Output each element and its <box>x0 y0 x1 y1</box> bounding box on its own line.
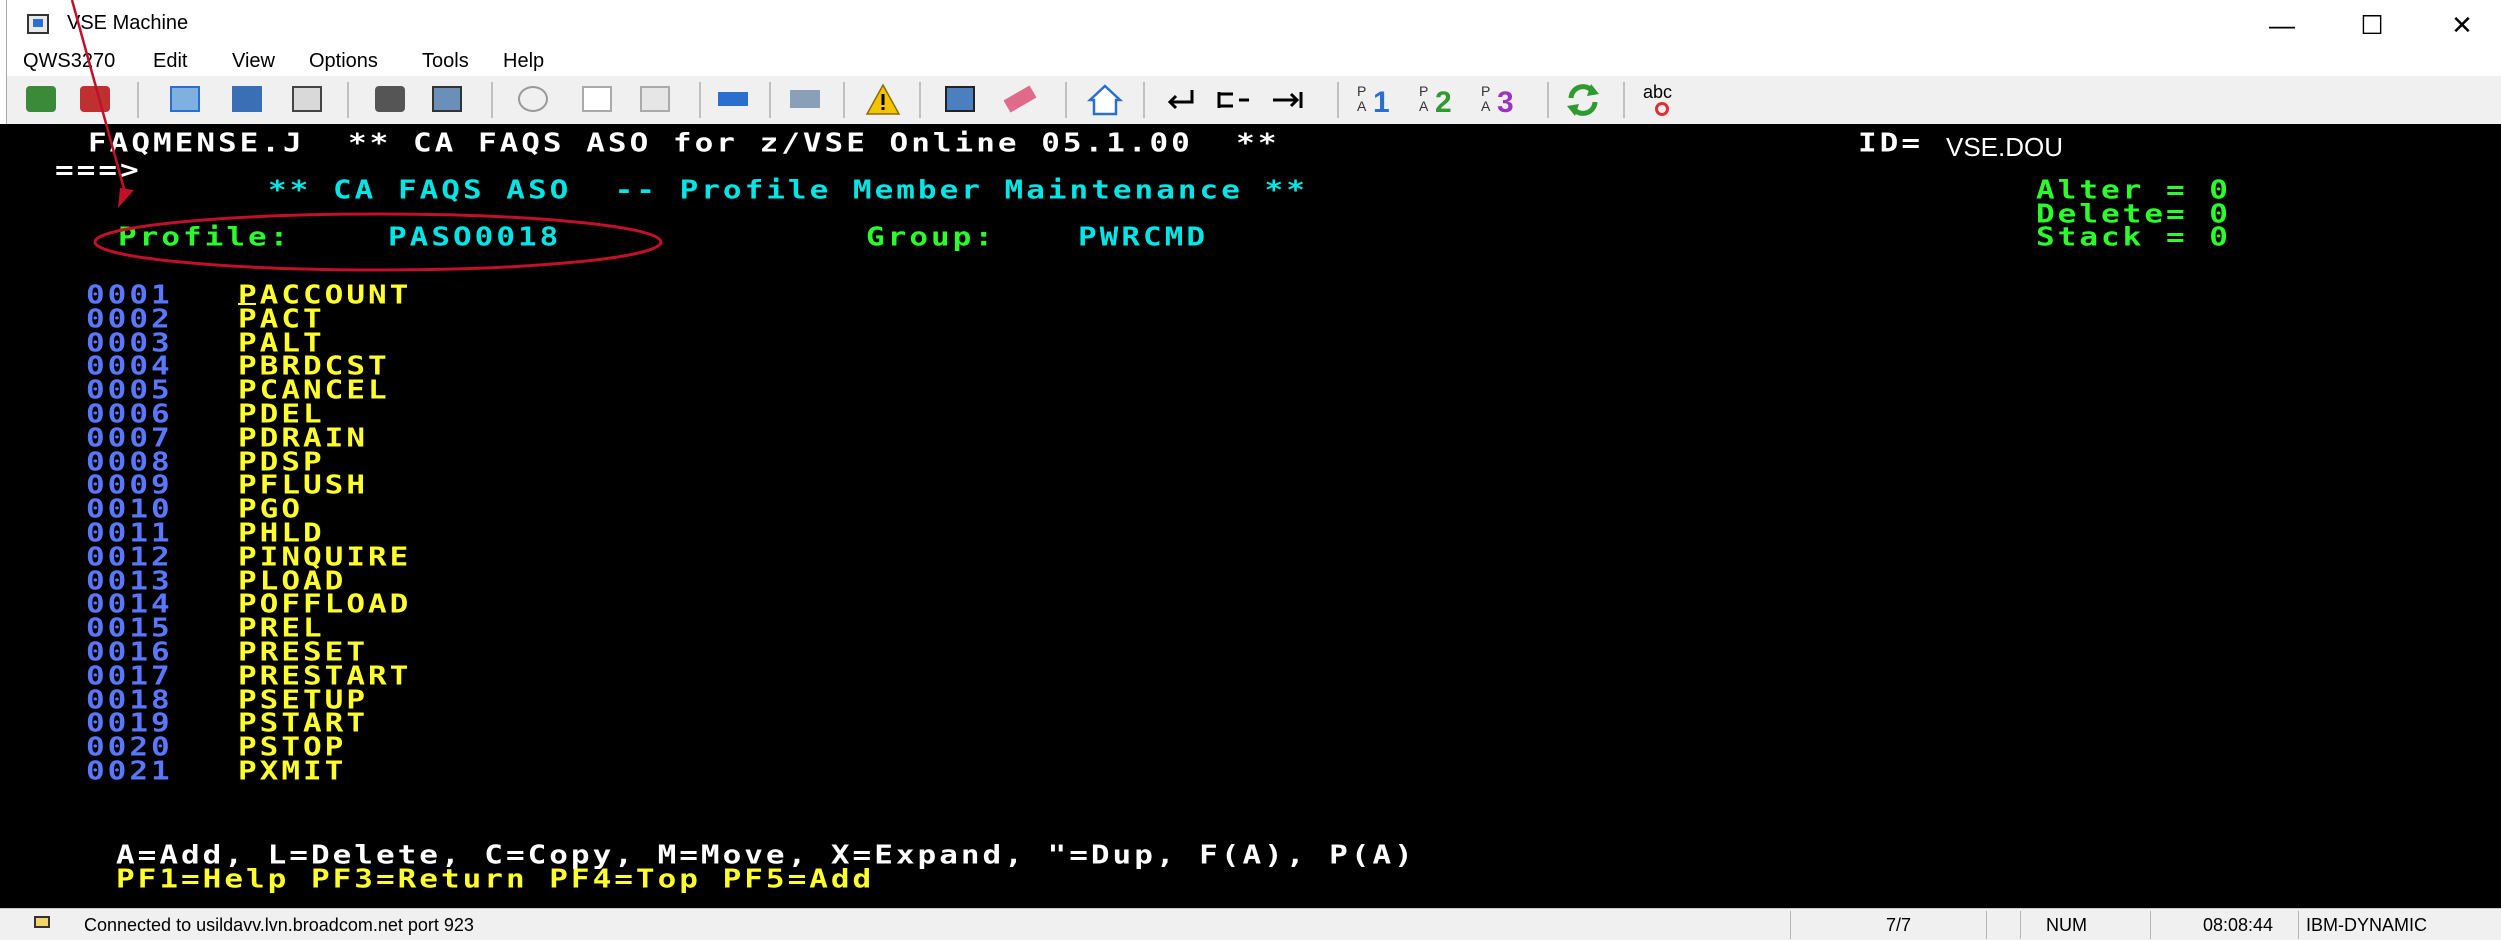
toolbar-separator <box>699 82 701 118</box>
status-divider <box>2150 911 2151 939</box>
toolbar-separator <box>919 82 921 118</box>
spell-label: abc <box>1643 82 1673 102</box>
cursor-position: 7/7 <box>1886 915 1912 935</box>
keyboard-icon[interactable] <box>787 82 823 118</box>
stack-count: Stack = 0 <box>2036 222 2231 253</box>
window-title: VSE Machine <box>67 12 189 34</box>
id-value: VSE.DOU <box>1946 132 2064 162</box>
minimize-button[interactable]: — <box>2237 0 2327 50</box>
home-icon[interactable] <box>1086 82 1124 118</box>
toolbar-separator <box>1143 82 1145 118</box>
refresh-icon[interactable] <box>1565 82 1601 118</box>
toolbar-separator <box>1623 82 1625 118</box>
connect-icon[interactable] <box>23 82 59 118</box>
camera-icon[interactable] <box>372 82 408 118</box>
status-divider <box>2020 911 2021 939</box>
eraser-icon[interactable] <box>1002 82 1038 118</box>
enter-icon[interactable] <box>1162 82 1198 118</box>
disconnect-icon[interactable] <box>77 82 113 118</box>
transfer-icon[interactable] <box>942 82 978 118</box>
screen-header: FAQMENSE.J ** CA FAQS ASO for z/VSE Onli… <box>88 128 1280 159</box>
status-bar: Connected to usildavv.lvn.broadcom.net p… <box>0 908 2501 940</box>
run-macro-icon[interactable] <box>167 82 203 118</box>
pa3-button[interactable]: PA 3 <box>1481 82 1531 120</box>
menu-options[interactable]: Options <box>309 50 378 73</box>
pa2-button[interactable]: PA 2 <box>1419 82 1469 120</box>
menu-qws3270[interactable]: QWS3270 <box>23 50 115 73</box>
profile-value: PASO0018 <box>388 222 562 253</box>
group-value: PWRCMD <box>1078 222 1208 253</box>
screen-title: ** CA FAQS ASO -- Profile Member Mainten… <box>268 175 1308 206</box>
warning-icon[interactable] <box>865 82 901 118</box>
group-label: Group: <box>866 222 996 253</box>
paste-icon[interactable] <box>637 82 673 118</box>
title-bar: VSE Machine — ☐ ✕ <box>7 0 2501 50</box>
profile-label: Profile: <box>118 222 292 253</box>
menu-bar: QWS3270 Edit View Options Tools Help <box>7 48 2501 76</box>
tab-back-icon[interactable] <box>1215 82 1251 118</box>
pa1-label: 1 <box>1373 86 1390 119</box>
toolbar-separator <box>137 82 139 118</box>
toolbar-separator <box>843 82 845 118</box>
toolbar-separator <box>1547 82 1549 118</box>
cursor <box>238 303 256 305</box>
clock: 08:08:44 <box>2203 915 2274 935</box>
tab-forward-icon[interactable] <box>1269 82 1305 118</box>
pa2-label: 2 <box>1435 86 1452 119</box>
menu-tools[interactable]: Tools <box>422 50 469 73</box>
pf-keys-line: PF1=Help PF3=Return PF4=Top PF5=Add <box>116 864 875 895</box>
close-button[interactable]: ✕ <box>2417 0 2501 50</box>
menu-view[interactable]: View <box>232 50 275 73</box>
maximize-button[interactable]: ☐ <box>2327 0 2417 50</box>
toolbar-separator <box>1337 82 1339 118</box>
spell-check-icon[interactable]: abc <box>1641 82 1691 118</box>
pa1-button[interactable]: PA 1 <box>1357 82 1407 120</box>
capture-icon[interactable] <box>429 82 465 118</box>
id-label: ID= <box>1858 128 1923 159</box>
connection-status: Connected to usildavv.lvn.broadcom.net p… <box>84 915 474 935</box>
app-icon <box>27 14 49 34</box>
status-divider <box>1790 911 1791 939</box>
num-lock-indicator: NUM <box>2046 915 2087 935</box>
member-name[interactable]: PXMIT <box>238 759 346 784</box>
keypad-icon[interactable] <box>715 82 751 118</box>
command-prompt: ===> <box>55 155 142 186</box>
toolbar: PA 1 PA 2 PA 3 abc <box>7 76 2501 125</box>
print-icon[interactable] <box>289 82 325 118</box>
status-divider <box>1986 911 1987 939</box>
copy-icon[interactable] <box>579 82 615 118</box>
cut-icon[interactable] <box>515 82 551 118</box>
emulator-window: VSE Machine — ☐ ✕ QWS3270 Edit View Opti… <box>0 0 2501 940</box>
status-divider <box>2298 911 2299 939</box>
save-screen-icon[interactable] <box>229 82 265 118</box>
terminal-screen[interactable]: FAQMENSE.J ** CA FAQS ASO for z/VSE Onli… <box>0 124 2501 908</box>
toolbar-separator <box>491 82 493 118</box>
terminal-model: IBM-DYNAMIC <box>2306 915 2427 935</box>
lock-icon <box>34 916 50 928</box>
menu-help[interactable]: Help <box>503 50 544 73</box>
pa3-label: 3 <box>1497 86 1514 119</box>
toolbar-separator <box>769 82 771 118</box>
member-number: 0021 <box>86 756 173 787</box>
toolbar-separator <box>347 82 349 118</box>
toolbar-separator <box>1065 82 1067 118</box>
menu-edit[interactable]: Edit <box>153 50 187 73</box>
